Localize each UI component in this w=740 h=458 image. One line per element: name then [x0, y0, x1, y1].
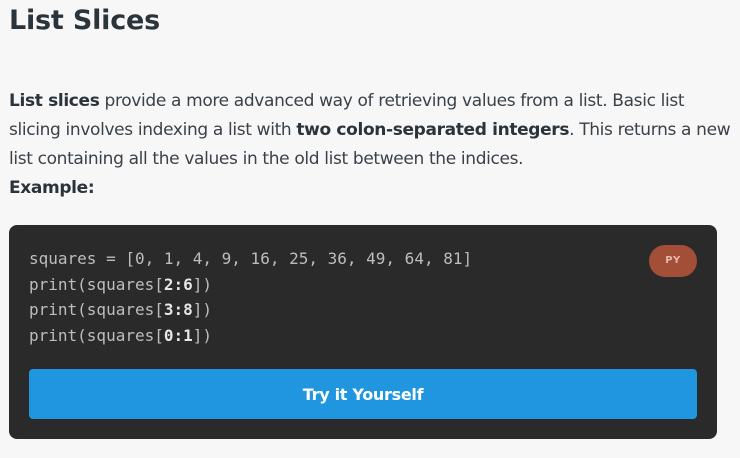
code-line-4: print(squares[0:1])	[29, 325, 213, 345]
slice-0-1: 0:1	[163, 325, 193, 345]
slice-2-6: 2:6	[163, 274, 193, 294]
code-content: squares = [0, 1, 4, 9, 16, 25, 36, 49, 6…	[29, 246, 472, 348]
code-line-2: print(squares[2:6])	[29, 274, 213, 294]
slice-3-8: 3:8	[163, 300, 193, 319]
language-badge: PY	[649, 245, 697, 277]
term-list-slices: List slices	[9, 91, 100, 111]
lesson-paragraph: List slices provide a more advanced way …	[9, 87, 734, 203]
example-label: Example:	[9, 178, 95, 198]
emphasis-two-colon-separated-integers: two colon-separated integers	[296, 120, 570, 140]
code-block: squares = [0, 1, 4, 9, 16, 25, 36, 49, 6…	[9, 225, 717, 439]
code-line-3: print(squares[3:8])	[29, 300, 213, 319]
section-title: List Slices	[9, 5, 160, 36]
try-it-yourself-button[interactable]: Try it Yourself	[29, 369, 697, 419]
code-line-1: squares = [0, 1, 4, 9, 16, 25, 36, 49, 6…	[29, 249, 473, 268]
